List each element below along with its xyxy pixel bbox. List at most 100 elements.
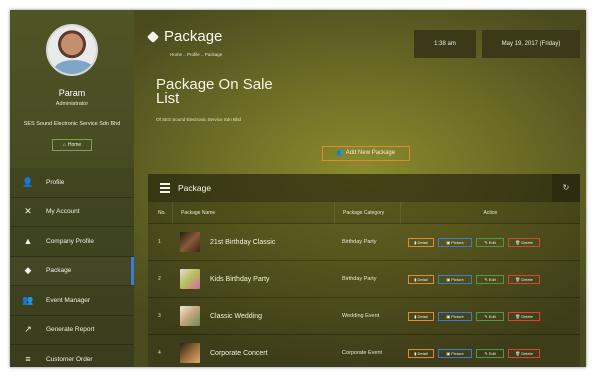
profile-card: Param Administrator SES Sound Electronic… <box>10 10 134 168</box>
detail-label: Detail <box>417 350 428 356</box>
user-name: Param <box>58 88 86 98</box>
package-thumbnail <box>180 306 200 326</box>
package-category: Birthday Party <box>342 239 377 245</box>
detail-button[interactable]: ▮ Detail <box>408 348 434 358</box>
package-name: 21st Birthday Classic <box>210 238 276 246</box>
cube-icon <box>146 30 160 43</box>
edit-button[interactable]: ✎ Edit <box>476 348 504 358</box>
row-number: 3 <box>158 313 161 319</box>
delete-label: Delete <box>521 239 533 245</box>
package-name-cell: Corporate Concert <box>172 343 334 363</box>
delete-label: Delete <box>521 350 533 356</box>
picture-button[interactable]: ▣ Picture <box>438 348 472 358</box>
edit-button[interactable]: ✎ Edit <box>476 237 504 247</box>
column-header-category: Package Category <box>334 201 400 224</box>
date-display: May 19, 2017 (Friday) <box>482 30 580 58</box>
delete-button[interactable]: 🗑 Delete <box>508 348 540 358</box>
delete-label: Delete <box>521 313 533 319</box>
sidebar-item-label: Company Profile <box>46 237 95 245</box>
user-company: SES Sound Electronic Service Sdn Bhd <box>23 121 121 127</box>
package-thumbnail <box>180 343 200 363</box>
detail-button[interactable]: ▮ Detail <box>408 237 434 247</box>
user-icon: 👤 <box>22 176 34 187</box>
package-category: Corporate Event <box>342 350 383 356</box>
delete-label: Delete <box>521 276 533 282</box>
main-content: Package Home .. Profile .. Package 1:38 … <box>134 10 586 367</box>
sidebar-item-generate-report[interactable]: ↗ Generate Report <box>10 316 134 345</box>
row-number: 2 <box>158 276 161 282</box>
detail-label: Detail <box>417 313 428 319</box>
sidebar-item-label: Customer Order <box>46 355 93 363</box>
table-header: No. Package Name Package Category Action <box>148 201 580 224</box>
package-thumbnail <box>180 232 200 252</box>
column-header-no: No. <box>158 209 166 216</box>
action-cell: ▮ Detail ▣ Picture ✎ Edit 🗑 Delete <box>400 274 580 284</box>
chart-line-icon: ↗ <box>24 324 32 335</box>
package-category: Wedding Event <box>342 313 380 319</box>
users-plus-icon: 👥 <box>336 150 345 156</box>
users-icon: 👥 <box>22 294 34 305</box>
sidebar-item-company-profile[interactable]: ▲ Company Profile <box>10 227 134 257</box>
panel-header: Package ↻ <box>148 174 580 202</box>
building-icon: ▲ <box>23 236 33 247</box>
action-cell: ▮ Detail ▣ Picture ✎ Edit 🗑 Delete <box>400 237 580 247</box>
edit-button[interactable]: ✎ Edit <box>476 311 504 321</box>
edit-label: Edit <box>488 313 496 319</box>
detail-button[interactable]: ▮ Detail <box>408 274 434 284</box>
column-header-name: Package Name <box>172 201 334 224</box>
picture-button[interactable]: ▣ Picture <box>438 237 472 247</box>
edit-label: Edit <box>488 239 496 245</box>
picture-button[interactable]: ▣ Picture <box>438 311 472 321</box>
package-table-panel: Package ↻ No. Package Name Package Categ… <box>148 174 580 367</box>
sidebar-item-my-account[interactable]: ✕ My Account <box>10 198 134 227</box>
home-button[interactable]: ⌂ Home <box>52 139 92 151</box>
refresh-icon[interactable]: ↻ <box>552 174 580 202</box>
sidebar-item-label: Profile <box>46 178 65 186</box>
package-name-cell: Kids Birthday Party <box>172 269 334 289</box>
detail-label: Detail <box>417 239 428 245</box>
sidebar-menu: 👤 Profile ✕ My Account ▲ Company Profile… <box>10 168 134 367</box>
picture-button[interactable]: ▣ Picture <box>438 274 472 284</box>
sidebar-item-profile[interactable]: 👤 Profile <box>10 168 134 198</box>
delete-button[interactable]: 🗑 Delete <box>508 274 540 284</box>
time-display: 1:38 am <box>414 30 476 58</box>
tools-icon: ✕ <box>24 206 32 217</box>
home-button-label: Home <box>67 142 82 148</box>
package-name-cell: 21st Birthday Classic <box>172 232 334 252</box>
sidebar-item-package[interactable]: ◆ Package <box>10 256 134 286</box>
detail-button[interactable]: ▮ Detail <box>408 311 434 321</box>
sidebar-item-label: Generate Report <box>46 326 95 334</box>
home-icon: ⌂ <box>62 142 66 148</box>
list-icon: ≡ <box>25 354 31 365</box>
page-header: Package <box>146 28 222 45</box>
edit-button[interactable]: ✎ Edit <box>476 274 504 284</box>
sidebar-item-label: My Account <box>46 208 80 216</box>
row-number: 1 <box>158 239 161 245</box>
package-name-cell: Classic Wedding <box>172 306 334 326</box>
table-row: 2 Kids Birthday Party Birthday Party ▮ D… <box>148 261 580 298</box>
package-thumbnail <box>180 269 200 289</box>
column-header-action: Action <box>400 201 580 224</box>
picture-label: Picture <box>451 313 464 319</box>
menu-icon <box>160 181 170 195</box>
sidebar-item-event-manager[interactable]: 👥 Event Manager <box>10 286 134 316</box>
row-number: 4 <box>158 350 161 356</box>
picture-label: Picture <box>451 276 464 282</box>
table-row: 3 Classic Wedding Wedding Event ▮ Detail… <box>148 298 580 335</box>
avatar-shirt <box>54 60 94 74</box>
avatar[interactable] <box>46 24 98 76</box>
add-new-package-button[interactable]: 👥 Add New Package <box>322 146 410 161</box>
sidebar-item-customer-order[interactable]: ≡ Customer Order <box>10 345 134 367</box>
edit-label: Edit <box>488 276 496 282</box>
picture-label: Picture <box>451 350 464 356</box>
delete-button[interactable]: 🗑 Delete <box>508 311 540 321</box>
delete-button[interactable]: 🗑 Delete <box>508 237 540 247</box>
table-row: 1 21st Birthday Classic Birthday Party ▮… <box>148 224 580 261</box>
package-name: Kids Birthday Party <box>210 275 270 283</box>
breadcrumb[interactable]: Home .. Profile .. Package <box>170 52 222 57</box>
edit-label: Edit <box>488 350 496 356</box>
add-new-package-label: Add New Package <box>345 150 396 156</box>
app-window: Param Administrator SES Sound Electronic… <box>10 10 586 367</box>
user-role: Administrator <box>55 101 89 107</box>
company-subtitle: Of SES Sound Electronic Service Sdn Bhd <box>156 117 242 122</box>
